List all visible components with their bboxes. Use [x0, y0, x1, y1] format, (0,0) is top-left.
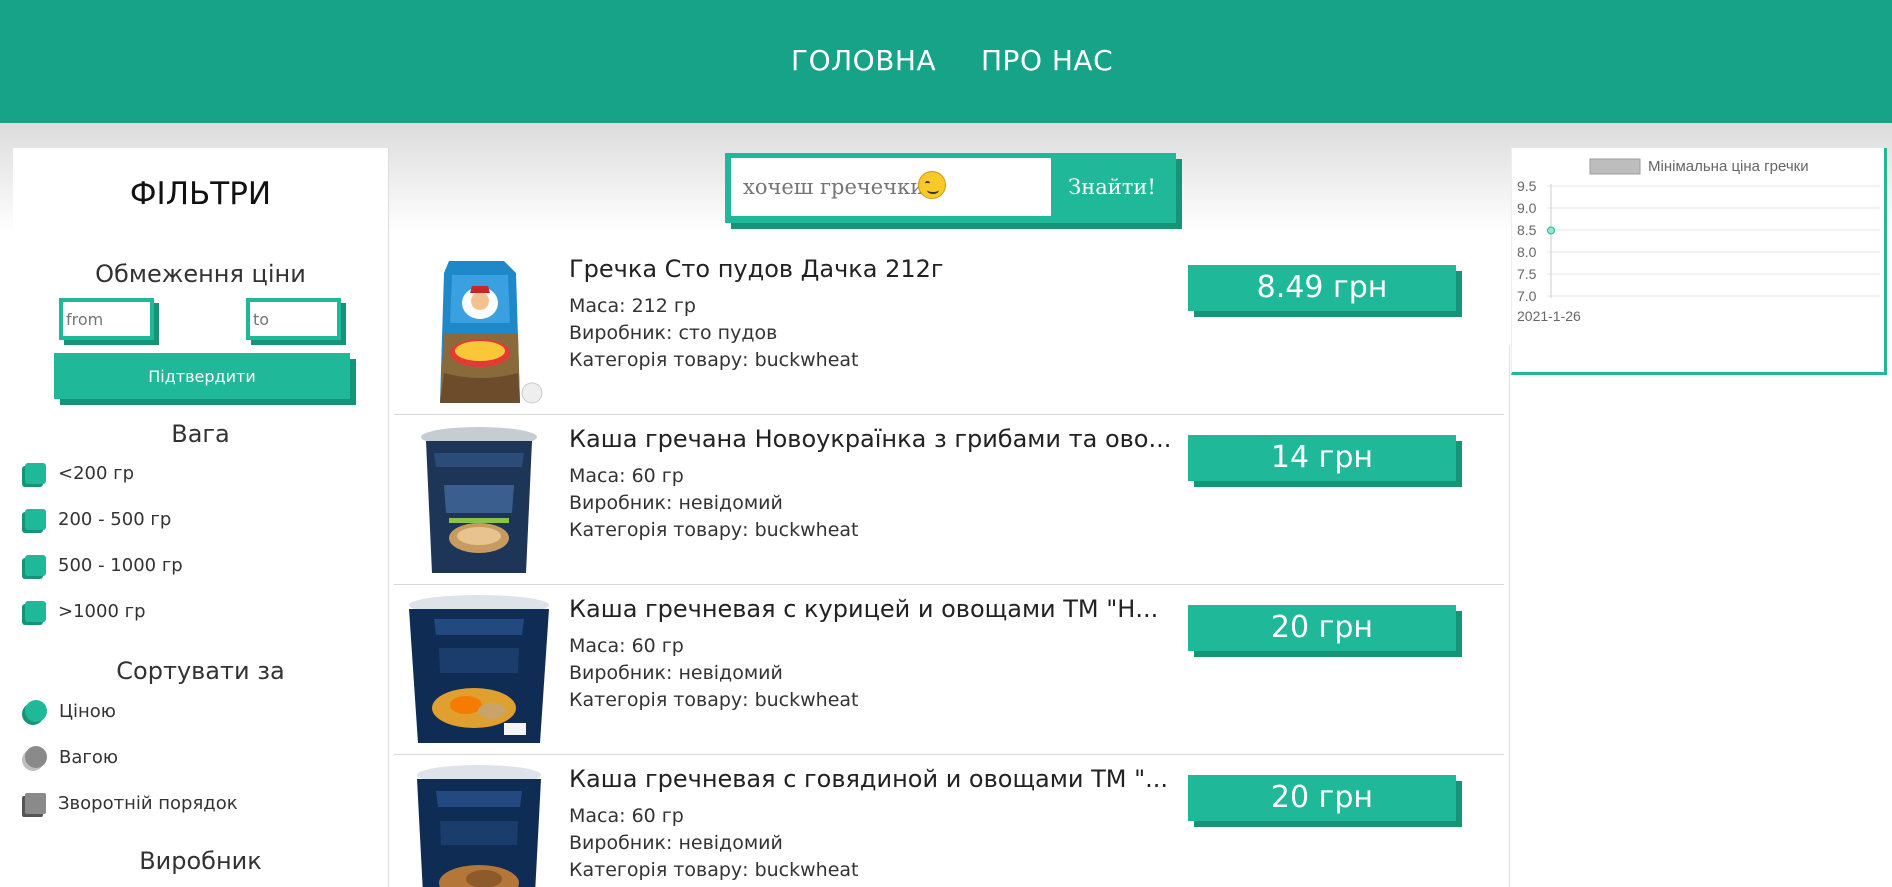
- weight-title: Вага: [171, 420, 230, 448]
- nav-about[interactable]: ПРО НАС: [981, 44, 1113, 77]
- sort-option-label: Зворотній порядок: [58, 792, 238, 814]
- price-chart-panel: Мінімальна ціна гречки 9.5 9.0 8.5 8.0 7.5 7.…: [1511, 148, 1887, 375]
- weight-option-label: 500 - 1000 гр: [58, 554, 183, 576]
- search-button[interactable]: Знайти!: [1051, 158, 1173, 216]
- product-name[interactable]: Гречка Сто пудов Дачка 212г: [569, 255, 944, 283]
- sort-option-label: Вагою: [59, 746, 119, 768]
- weight-option-over-1000[interactable]: >1000 гр: [25, 597, 146, 625]
- product-price-button[interactable]: 8.49 грн: [1188, 265, 1456, 311]
- product-mass: Маса: 212 гр: [569, 295, 696, 317]
- product-mass: Маса: 60 гр: [569, 465, 684, 487]
- filters-sidebar: ФІЛЬТРИ Обмеження ціни Підтвердити Вага …: [13, 148, 388, 887]
- product-card[interactable]: Каша гречневая с говядиной и овощами ТМ …: [394, 755, 1504, 887]
- y-tick-label: 9.5: [1517, 178, 1537, 194]
- product-category: Категорія товару: buckwheat: [569, 689, 859, 711]
- chart-divider: [1509, 345, 1510, 887]
- x-axis: 2021-1-26: [1517, 308, 1581, 324]
- weight-option-200-500[interactable]: 200 - 500 гр: [25, 505, 171, 533]
- price-limit-title: Обмеження ціни: [95, 260, 306, 288]
- product-producer: Виробник: невідомий: [569, 492, 783, 514]
- product-mass: Маса: 60 гр: [569, 635, 684, 657]
- x-tick-label: 2021-1-26: [1517, 308, 1581, 324]
- checkbox-icon: [25, 462, 46, 484]
- product-image: [421, 427, 537, 573]
- legend-label: Мінімальна ціна гречки: [1648, 158, 1809, 175]
- product-producer: Виробник: невідомий: [569, 662, 783, 684]
- sort-option-reverse[interactable]: Зворотній порядок: [25, 789, 238, 817]
- product-name[interactable]: Каша гречневая с курицей и овощами ТМ "Н…: [569, 595, 1158, 623]
- product-category: Категорія товару: buckwheat: [569, 349, 859, 371]
- radio-unselected-icon: [25, 746, 47, 768]
- product-image: [409, 595, 549, 743]
- product-mass: Маса: 60 гр: [569, 805, 684, 827]
- confirm-price-button[interactable]: Підтвердити: [54, 353, 350, 399]
- sort-option-label: Ціною: [59, 700, 116, 722]
- checkbox-icon: [25, 508, 46, 530]
- weight-option-label: <200 гр: [58, 462, 135, 484]
- y-tick-label: 7.5: [1517, 266, 1537, 282]
- price-from-input[interactable]: [59, 298, 154, 340]
- product-name[interactable]: Каша гречневая с говядиной и овощами ТМ …: [569, 765, 1168, 793]
- weight-option-under-200[interactable]: <200 гр: [25, 459, 134, 487]
- smirk-emoji-icon: [918, 171, 946, 199]
- filters-title: ФІЛЬТРИ: [129, 176, 272, 212]
- checkbox-icon: [25, 554, 46, 576]
- product-producer: Виробник: невідомий: [569, 832, 783, 854]
- product-name[interactable]: Каша гречана Новоукраїнка з грибами та о…: [569, 425, 1171, 453]
- product-card[interactable]: Гречка Сто пудов Дачка 212г Маса: 212 гр…: [394, 245, 1504, 415]
- y-tick-label: 8.0: [1517, 244, 1537, 260]
- chart-series: [1547, 226, 1555, 235]
- product-category: Категорія товару: buckwheat: [569, 519, 859, 541]
- checkbox-unchecked-icon: [25, 792, 46, 814]
- sort-option-weight[interactable]: Вагою: [25, 743, 118, 771]
- y-axis: 9.5 9.0 8.5 8.0 7.5 7.0: [1517, 178, 1880, 304]
- legend-swatch: [1589, 158, 1641, 175]
- product-image: [417, 765, 541, 887]
- product-image: [440, 261, 543, 404]
- product-card[interactable]: Каша гречана Новоукраїнка з грибами та о…: [394, 415, 1504, 585]
- y-tick-label: 9.0: [1517, 200, 1537, 216]
- y-tick-label: 7.0: [1517, 288, 1537, 304]
- product-category: Категорія товару: buckwheat: [569, 859, 859, 881]
- sort-title: Сортувати за: [116, 657, 285, 685]
- checkbox-icon: [25, 600, 46, 622]
- top-header: ГОЛОВНА ПРО НАС: [0, 0, 1892, 123]
- nav-home[interactable]: ГОЛОВНА: [791, 44, 936, 77]
- y-tick-label: 8.5: [1517, 222, 1537, 238]
- product-price-button[interactable]: 14 грн: [1188, 435, 1456, 481]
- price-chart: Мінімальна ціна гречки 9.5 9.0 8.5 8.0 7.5 7.…: [1517, 158, 1880, 324]
- weight-option-label: 200 - 500 гр: [58, 508, 172, 530]
- search-bar: Знайти!: [725, 153, 1176, 223]
- data-point: [1547, 226, 1555, 235]
- product-producer: Виробник: сто пудов: [569, 322, 778, 344]
- sort-option-price[interactable]: Ціною: [25, 697, 116, 725]
- weight-option-label: >1000 гр: [58, 600, 146, 622]
- price-to-input[interactable]: [246, 298, 341, 340]
- sidebar-divider: [388, 148, 389, 887]
- weight-option-500-1000[interactable]: 500 - 1000 гр: [25, 551, 183, 579]
- radio-selected-icon: [25, 700, 47, 722]
- search-input[interactable]: [731, 158, 1051, 216]
- product-price-button[interactable]: 20 грн: [1188, 775, 1456, 821]
- product-card[interactable]: Каша гречневая с курицей и овощами ТМ "Н…: [394, 585, 1504, 755]
- producer-title: Виробник: [139, 847, 262, 875]
- product-price-button[interactable]: 20 грн: [1188, 605, 1456, 651]
